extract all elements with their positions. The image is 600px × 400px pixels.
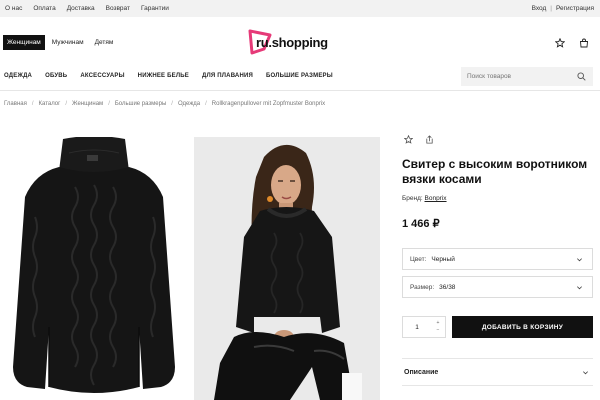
link-payment[interactable]: Оплата [33,5,55,12]
brand-label: Бренд: [402,195,423,202]
crumb-current: Rollkragenpullover mit Zopfmuster Bonpri… [211,101,326,107]
increment-icon[interactable]: + [437,320,440,327]
crumb-plus-sizes[interactable]: Большие размеры [115,101,166,107]
decrement-icon[interactable]: − [437,327,440,334]
account-links: Вход | Регистрация [532,5,594,12]
login-link[interactable]: Вход [532,5,547,12]
tab-women[interactable]: Женщинам [3,35,45,50]
nav-item-lingerie[interactable]: НИЖНЕЕ БЕЛЬЕ [138,73,189,79]
model-image [194,137,380,400]
nav-item-plus-sizes[interactable]: БОЛЬШИЕ РАЗМЕРЫ [266,73,333,79]
brand-link[interactable]: Bonprix [425,195,447,202]
cart-icon[interactable] [578,37,590,49]
share-icon[interactable] [423,133,435,145]
nav-item-accessories[interactable]: АКСЕССУАРЫ [80,73,124,79]
color-value: Черный [431,255,455,263]
nav-item-swimwear[interactable]: ДЛЯ ПЛАВАНИЯ [202,73,253,79]
crumb-separator: / [31,101,34,107]
register-link[interactable]: Регистрация [556,5,594,12]
chevron-down-icon [573,253,585,265]
category-list: ОДЕЖДА ОБУВЬ АКСЕССУАРЫ НИЖНЕЕ БЕЛЬЕ ДЛЯ… [4,73,346,79]
sweater-image [13,136,175,393]
brand-line: Бренд: Bonprix [402,195,594,202]
quantity-stepper[interactable]: 1 + − [402,316,446,338]
link-return[interactable]: Возврат [106,5,130,12]
breadcrumb: Главная / Каталог / Женщинам / Большие разм… [4,101,325,107]
size-label: Размер: [410,283,435,291]
link-about[interactable]: О нас [5,5,22,12]
separator: | [550,5,552,12]
crumb-women[interactable]: Женщинам [72,101,103,107]
category-nav: ОДЕЖДА ОБУВЬ АКСЕССУАРЫ НИЖНЕЕ БЕЛЬЕ ДЛЯ… [0,64,600,91]
logo-text: ru.shopping [256,35,328,50]
description-accordion[interactable]: Описание [402,358,593,386]
quantity-value[interactable]: 1 [403,324,431,331]
size-value: 36/38 [439,283,456,291]
tab-men[interactable]: Мужчинам [48,35,88,50]
nav-item-clothing[interactable]: ОДЕЖДА [4,73,32,79]
add-to-cart-button[interactable]: ДОБАВИТЬ В КОРЗИНУ [452,316,593,338]
crumb-home[interactable]: Главная [4,101,27,107]
search-box [461,67,593,86]
color-label: Цвет: [410,255,427,263]
search-icon[interactable] [575,71,587,83]
info-links: О нас Оплата Доставка Возврат Гарантии [5,5,180,12]
gender-tabs: Женщинам Мужчинам Детям [3,35,120,50]
tab-kids[interactable]: Детям [91,35,118,50]
link-delivery[interactable]: Доставка [67,5,95,12]
crumb-separator: / [171,101,173,107]
stepper-controls: + − [431,320,445,334]
header-icons [554,37,590,49]
header: Женщинам Мужчинам Детям ru.shopping [0,17,600,64]
link-guarantees[interactable]: Гарантии [141,5,169,12]
crumb-clothing[interactable]: Одежда [178,101,200,107]
product-title: Свитер с высоким воротником вязки косами [402,157,588,186]
chevron-down-icon [573,281,585,293]
favorite-star-icon[interactable] [402,133,414,145]
crumb-catalog[interactable]: Каталог [39,101,61,107]
crumb-separator: / [205,101,207,107]
product-price: 1 466 ₽ [402,218,440,230]
color-select[interactable]: Цвет: Черный [402,248,593,270]
site-logo[interactable]: ru.shopping [248,29,348,55]
search-input[interactable] [467,73,576,80]
size-select[interactable]: Размер: 36/38 [402,276,593,298]
product-image-model[interactable] [194,137,380,400]
favorites-icon[interactable] [554,37,566,49]
top-bar: О нас Оплата Доставка Возврат Гарантии В… [0,0,600,17]
chevron-down-icon [579,366,591,378]
product-image-main[interactable] [5,136,183,400]
description-label: Описание [404,368,439,376]
product-info: Свитер с высоким воротником вязки косами… [402,133,594,230]
crumb-separator: / [65,101,67,107]
action-icons [402,133,594,145]
nav-item-shoes[interactable]: ОБУВЬ [45,73,67,79]
crumb-separator: / [108,101,110,107]
